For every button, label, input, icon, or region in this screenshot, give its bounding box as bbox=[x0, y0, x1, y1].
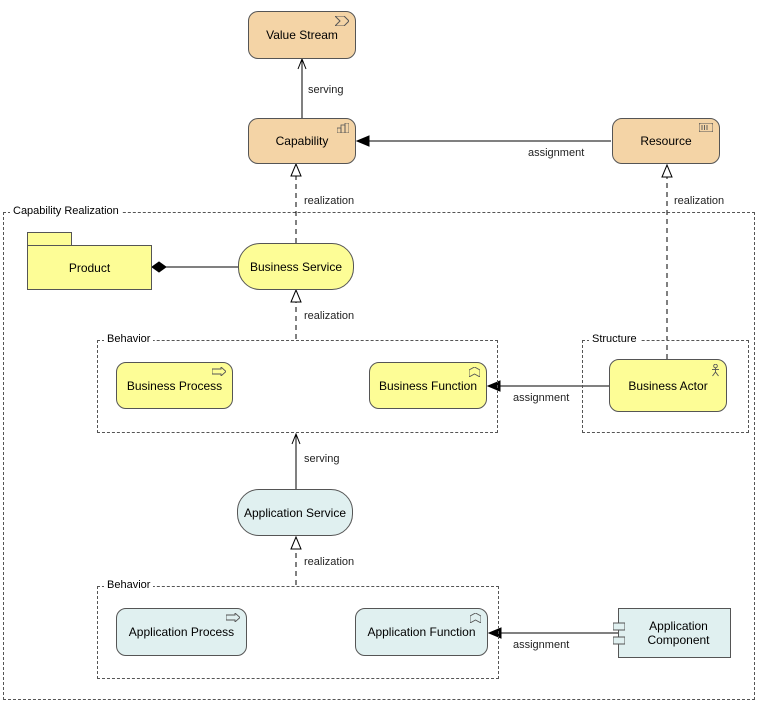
resource-label: Resource bbox=[640, 134, 691, 148]
application-function-node[interactable]: Application Function bbox=[355, 608, 488, 656]
value-stream-node[interactable]: Value Stream bbox=[248, 11, 356, 59]
application-process-node[interactable]: Application Process bbox=[116, 608, 247, 656]
capability-icon bbox=[337, 123, 349, 136]
value-stream-label: Value Stream bbox=[266, 28, 338, 42]
application-service-label: Application Service bbox=[244, 506, 346, 520]
realization3-label: realization bbox=[304, 310, 354, 322]
process-arrow-icon bbox=[212, 367, 226, 379]
actor-person-icon bbox=[711, 364, 720, 380]
business-function-node[interactable]: Business Function bbox=[369, 362, 487, 409]
business-service-label: Business Service bbox=[250, 260, 342, 274]
assignment1-label: assignment bbox=[528, 147, 584, 159]
business-process-node[interactable]: Business Process bbox=[116, 362, 233, 409]
behavior1-label: Behavior bbox=[104, 333, 153, 345]
product-tab bbox=[27, 232, 72, 246]
capability-realization-label: Capability Realization bbox=[10, 205, 122, 217]
application-process-label: Application Process bbox=[129, 625, 234, 639]
value-stream-icon bbox=[335, 16, 349, 29]
structure-label: Structure bbox=[589, 333, 640, 345]
app-function-chevron-icon bbox=[470, 613, 481, 626]
component-lugs-icon bbox=[613, 621, 625, 650]
resource-node[interactable]: Resource bbox=[612, 118, 720, 164]
application-component-node[interactable]: Application Component bbox=[618, 608, 731, 658]
business-service-node[interactable]: Business Service bbox=[238, 243, 354, 290]
business-function-label: Business Function bbox=[379, 379, 477, 393]
behavior2-label: Behavior bbox=[104, 579, 153, 591]
product-node[interactable]: Product bbox=[27, 232, 152, 290]
business-process-label: Business Process bbox=[127, 379, 222, 393]
application-service-node[interactable]: Application Service bbox=[237, 489, 353, 536]
serving2-label: serving bbox=[304, 453, 339, 465]
capability-node[interactable]: Capability bbox=[248, 118, 356, 164]
resource-icon bbox=[699, 123, 713, 135]
app-process-arrow-icon bbox=[226, 613, 240, 625]
application-function-label: Application Function bbox=[367, 625, 475, 639]
assignment3-label: assignment bbox=[513, 639, 569, 651]
business-actor-label: Business Actor bbox=[628, 379, 707, 393]
application-component-label: Application Component bbox=[631, 619, 726, 647]
realization1-label: realization bbox=[304, 195, 354, 207]
function-chevron-icon bbox=[469, 367, 480, 380]
product-label: Product bbox=[69, 261, 110, 275]
realization4-label: realization bbox=[304, 556, 354, 568]
assignment2-label: assignment bbox=[513, 392, 569, 404]
serving1-label: serving bbox=[308, 84, 343, 96]
realization2-label: realization bbox=[674, 195, 724, 207]
capability-label: Capability bbox=[276, 134, 329, 148]
product-body: Product bbox=[27, 245, 152, 290]
business-actor-node[interactable]: Business Actor bbox=[609, 359, 727, 412]
